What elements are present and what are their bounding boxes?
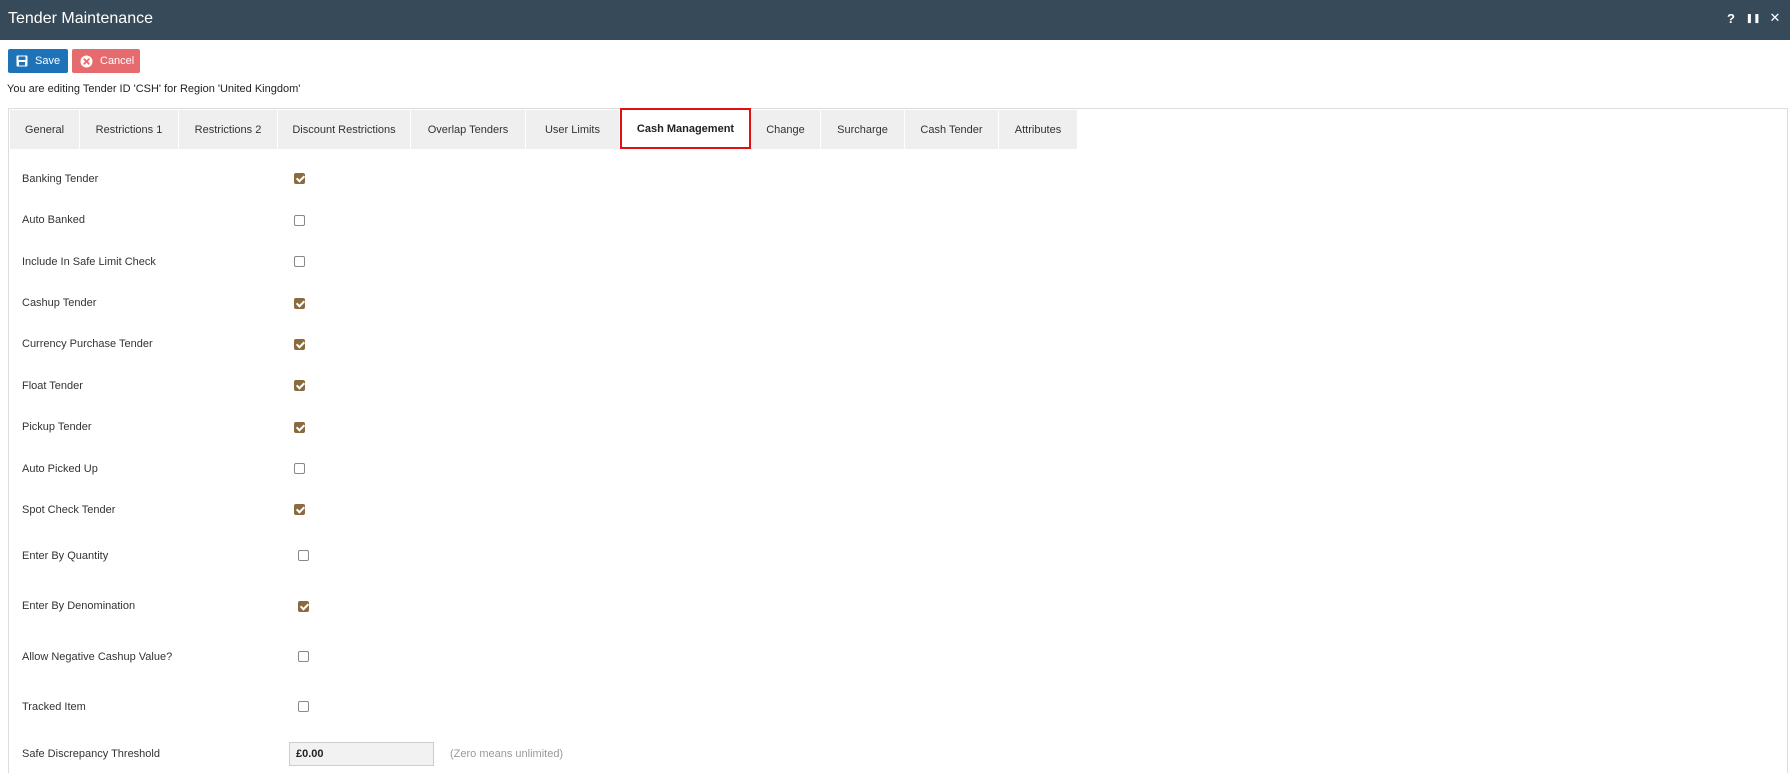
float-tender-checkbox[interactable] [294,380,305,391]
pickup-tender-label: Pickup Tender [22,421,92,433]
enter-by-quantity-checkbox[interactable] [298,550,309,561]
tab-surcharge[interactable]: Surcharge [821,110,905,149]
tab-cash-management[interactable]: Cash Management [620,108,751,149]
enter-by-denomination-label: Enter By Denomination [22,600,136,612]
cancel-button[interactable]: Cancel [72,49,140,73]
spot-check-tender-label: Spot Check Tender [22,504,116,516]
pause-icon[interactable]: ❚❚ [1744,9,1762,27]
include-safe-limit-label: Include In Safe Limit Check [22,256,156,268]
auto-banked-label: Auto Banked [22,214,85,226]
cashup-tender-label: Cashup Tender [22,297,97,309]
tab-cash-tender[interactable]: Cash Tender [905,110,999,149]
tab-attributes[interactable]: Attributes [999,110,1078,149]
pickup-tender-checkbox[interactable] [294,422,305,433]
cashup-tender-checkbox[interactable] [294,298,305,309]
allow-negative-cashup-checkbox[interactable] [298,651,309,662]
tab-change[interactable]: Change [751,110,821,149]
tab-bar: General Restrictions 1 Restrictions 2 Di… [10,108,1078,149]
spot-check-tender-checkbox[interactable] [294,504,305,515]
safe-discrepancy-label: Safe Discrepancy Threshold [22,748,160,760]
tab-panel [8,108,1788,773]
help-icon[interactable]: ? [1722,9,1740,27]
enter-by-quantity-label: Enter By Quantity [22,550,109,562]
save-label: Save [35,55,61,67]
cancel-label: Cancel [100,55,135,67]
currency-purchase-tender-checkbox[interactable] [294,339,305,350]
safe-discrepancy-input[interactable] [289,742,434,766]
close-icon[interactable]: ✕ [1766,9,1784,27]
tracked-item-checkbox[interactable] [298,701,309,712]
allow-negative-cashup-label: Allow Negative Cashup Value? [22,651,173,663]
tab-restrictions-2[interactable]: Restrictions 2 [179,110,278,149]
tab-general[interactable]: General [10,110,80,149]
tab-discount-restrictions[interactable]: Discount Restrictions [278,110,411,149]
save-button[interactable]: Save [8,49,68,73]
title-bar: Tender Maintenance ? ❚❚ ✕ [0,0,1790,40]
cancel-circle-icon [80,55,93,68]
include-safe-limit-checkbox[interactable] [294,256,305,267]
floppy-disk-icon [16,55,28,67]
safe-discrepancy-hint: (Zero means unlimited) [450,748,564,760]
tracked-item-label: Tracked Item [22,701,86,713]
enter-by-denomination-checkbox[interactable] [298,601,309,612]
banking-tender-label: Banking Tender [22,173,99,185]
tab-user-limits[interactable]: User Limits [526,110,620,149]
banking-tender-checkbox[interactable] [294,173,305,184]
auto-picked-up-label: Auto Picked Up [22,463,98,475]
currency-purchase-tender-label: Currency Purchase Tender [22,338,153,350]
window-controls: ? ❚❚ ✕ [1722,9,1784,27]
window-title: Tender Maintenance [8,10,153,27]
auto-picked-up-checkbox[interactable] [294,463,305,474]
float-tender-label: Float Tender [22,380,83,392]
editing-message: You are editing Tender ID 'CSH' for Regi… [7,83,301,95]
auto-banked-checkbox[interactable] [294,215,305,226]
tab-overlap-tenders[interactable]: Overlap Tenders [411,110,526,149]
tab-restrictions-1[interactable]: Restrictions 1 [80,110,179,149]
